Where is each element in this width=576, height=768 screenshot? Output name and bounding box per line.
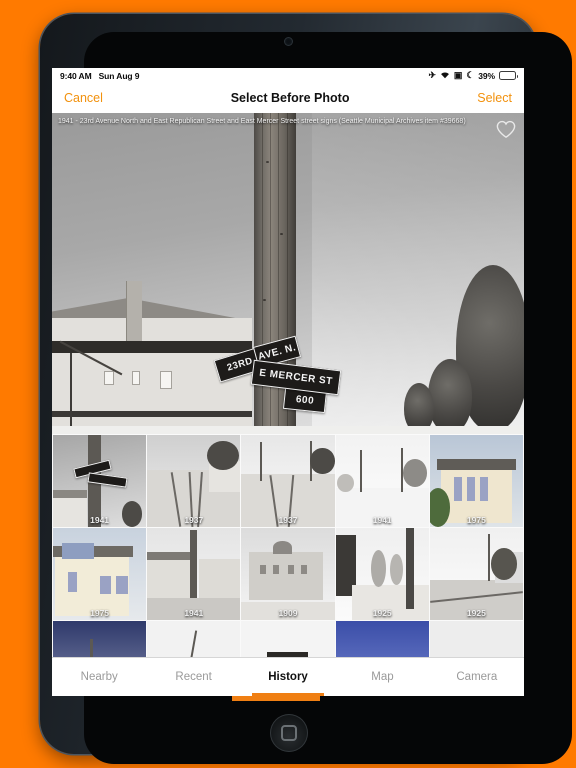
thumbnail-date-label: 1937 [184, 515, 204, 525]
battery-percent-label: 39% [478, 70, 495, 81]
tab-label: Recent [175, 671, 212, 683]
tab-label: Nearby [80, 671, 118, 683]
thumbnail-image [335, 435, 429, 527]
thumbnail-date-label: 1925 [372, 608, 392, 618]
tab-label: Map [371, 671, 394, 683]
thumbnail-image [147, 435, 241, 527]
app-screen: 9:40 AM Sun Aug 9 ✈ ▣ ☾ 39% Cancel Selec… [52, 68, 524, 696]
tab-nearby[interactable]: Nearby [52, 658, 146, 696]
navigation-bar: Cancel Select Before Photo Select [52, 83, 524, 113]
thumbnail-image [147, 528, 241, 620]
photo-window [160, 371, 172, 389]
status-bar-right: ✈ ▣ ☾ 39% [428, 70, 518, 81]
photo-window [132, 371, 140, 385]
photo-ground [52, 426, 524, 434]
tab-history[interactable]: History [241, 658, 335, 696]
thumbnail-image [429, 528, 523, 620]
home-button[interactable] [270, 714, 308, 752]
thumbnail-item[interactable]: 1941 [53, 435, 147, 527]
photo-house-band [52, 411, 252, 417]
thumbnail-image [241, 435, 335, 527]
active-tab-indicator-extension [232, 696, 320, 701]
do-not-disturb-icon: ☾ [466, 70, 475, 80]
photo-utility-wire [70, 353, 72, 433]
thumbnail-item[interactable]: 1925 [429, 528, 523, 620]
rotation-lock-icon: ▣ [453, 70, 463, 80]
photo-window [104, 371, 114, 385]
thumbnail-scroll-container[interactable]: 1941 1937 1937 1941 1975 1975 1941 1909 1925 1925 [52, 434, 524, 667]
status-date: Sun Aug 9 [98, 70, 140, 81]
thumbnail-date-label: 1937 [278, 515, 298, 525]
thumbnail-item[interactable]: 1937 [241, 435, 335, 527]
before-photo-preview[interactable]: 23RD AVE. N. E MERCER ST 600 1941 - 23rd… [52, 113, 524, 434]
status-time: 9:40 AM [60, 70, 92, 81]
photo-caption: 1941 - 23rd Avenue North and East Republ… [58, 118, 466, 125]
thumbnail-date-label: 1925 [466, 608, 486, 618]
tab-camera[interactable]: Camera [430, 658, 524, 696]
thumbnail-date-label: 1941 [372, 515, 392, 525]
status-bar-left: 9:40 AM Sun Aug 9 [60, 71, 139, 81]
thumbnail-image [241, 528, 335, 620]
airplane-mode-icon: ✈ [428, 70, 436, 80]
thumbnail-image [53, 528, 147, 620]
select-button[interactable]: Select [477, 91, 512, 105]
thumbnail-date-label: 1975 [466, 515, 486, 525]
tab-map[interactable]: Map [335, 658, 429, 696]
thumbnail-item[interactable]: 1925 [335, 528, 429, 620]
thumbnail-item[interactable]: 1975 [53, 528, 147, 620]
status-bar: 9:40 AM Sun Aug 9 ✈ ▣ ☾ 39% [52, 68, 524, 83]
thumbnail-item[interactable]: 1975 [429, 435, 523, 527]
tab-label: Camera [456, 671, 498, 683]
wifi-icon [440, 70, 450, 81]
thumbnail-image [429, 435, 523, 527]
home-square-icon [281, 725, 297, 741]
thumbnail-item[interactable]: 1941 [335, 435, 429, 527]
photo-tree [428, 359, 472, 433]
front-camera-icon [285, 38, 292, 45]
photo-chimney [126, 281, 142, 341]
heart-outline-icon[interactable] [494, 117, 518, 141]
tab-label: History [268, 671, 308, 683]
thumbnail-item[interactable]: 1937 [147, 435, 241, 527]
tab-recent[interactable]: Recent [146, 658, 240, 696]
thumbnail-date-label: 1941 [184, 608, 204, 618]
thumbnail-date-label: 1941 [90, 515, 110, 525]
thumbnail-item[interactable]: 1941 [147, 528, 241, 620]
thumbnail-date-label: 1909 [278, 608, 298, 618]
thumbnail-image [335, 528, 429, 620]
photo-caption-row: 1941 - 23rd Avenue North and East Republ… [52, 113, 524, 145]
thumbnail-date-label: 1975 [90, 608, 110, 618]
battery-icon [499, 71, 518, 80]
cancel-button[interactable]: Cancel [64, 91, 103, 105]
bottom-tab-bar[interactable]: Nearby Recent History Map Camera [52, 657, 524, 696]
thumbnail-image [53, 435, 147, 527]
photo-thumbnail-grid[interactable]: 1941 1937 1937 1941 1975 1975 1941 1909 1925 1925 [52, 434, 524, 667]
thumbnail-item[interactable]: 1909 [241, 528, 335, 620]
page-title: Select Before Photo [230, 91, 350, 105]
